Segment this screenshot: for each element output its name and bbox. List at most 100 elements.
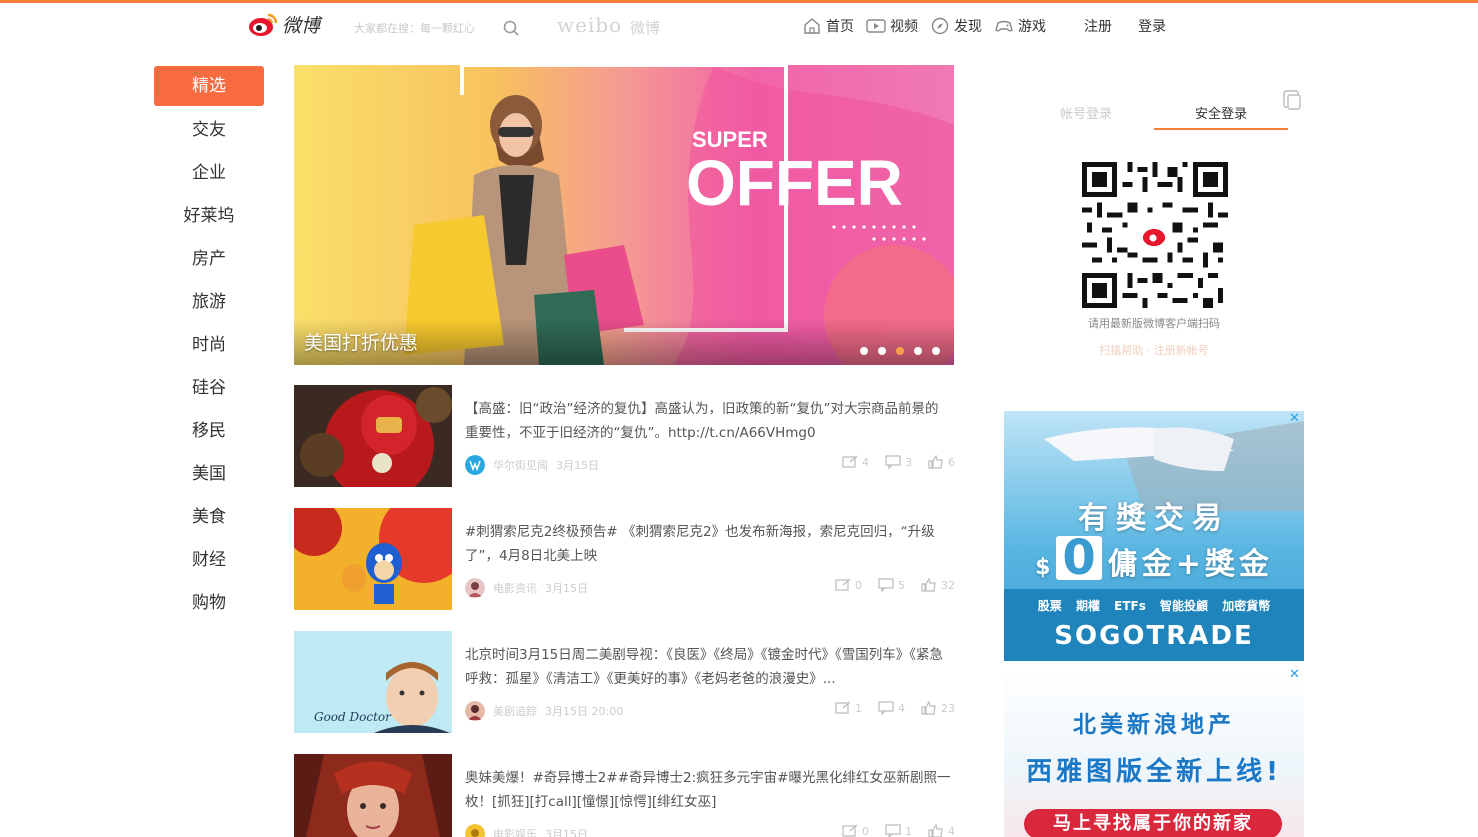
author-name[interactable]: 美剧追踪 [493,703,537,719]
feed-thumbnail[interactable] [294,754,452,837]
nav-home[interactable]: 首页 [802,16,854,36]
qr-help-links[interactable]: 扫描帮助 · 注册新帐号 [1004,342,1304,358]
post-time: 3月15日 [556,459,599,472]
repost-icon [842,455,858,468]
carousel-dot-3[interactable] [896,347,904,355]
banner-offer-text: OFFER [686,147,903,219]
repost-button[interactable]: 1 [835,701,862,715]
carousel-dot-5[interactable] [932,347,940,355]
feed-text[interactable]: 奥妹美爆！#奇异博士2##奇异博士2:疯狂多元宇宙#曝光黑化绯红女巫新剧照一枚！… [465,766,951,814]
nav-video[interactable]: 视频 [866,16,918,36]
post-time: 3月15日 20:00 [545,705,624,718]
comment-button[interactable]: 1 [885,824,912,837]
ad1-dollar: $ [1035,555,1051,580]
carousel-dot-4[interactable] [914,347,922,355]
sidebar-item-dating[interactable]: 交友 [154,109,264,152]
search-input[interactable] [354,17,494,39]
sidebar-item-immigration[interactable]: 移民 [154,410,264,453]
sidebar-item-siliconvalley[interactable]: 硅谷 [154,367,264,410]
carousel-dot-1[interactable] [860,347,868,355]
search-icon[interactable] [502,19,520,37]
banner-carousel[interactable]: SUPER OFFER 美国打折优惠 [294,65,954,365]
feed-item: Good Doctor 北京时间3月15日周二美剧导视：《良医》《终局》《镀金时… [294,631,956,754]
register-link[interactable]: 注册 [1084,16,1112,36]
sidebar-item-usa[interactable]: 美国 [154,453,264,496]
weibo-logo-icon [249,13,278,36]
weibo-cn-wordmark: 微博 [630,19,661,37]
avatar[interactable] [465,701,485,721]
sidebar-item-food[interactable]: 美食 [154,496,264,539]
like-button[interactable]: 6 [928,455,955,469]
ad2-title: 北美新浪地产 [1073,712,1235,738]
feed-item: 奥妹美爆！#奇异博士2##奇异博士2:疯狂多元宇宙#曝光黑化绯红女巫新剧照一枚！… [294,754,956,837]
repost-button[interactable]: 0 [842,824,869,837]
like-icon [928,824,943,837]
feed-actions: 0 1 4 [826,824,955,837]
sidebar-item-shopping[interactable]: 购物 [154,582,264,625]
comment-icon [878,578,894,592]
author-name[interactable]: 电影资讯 [493,580,537,596]
ironman-thumbnail-image [294,385,452,487]
feed-thumbnail[interactable]: Good Doctor [294,631,452,733]
ad1-close-icon[interactable]: ✕ [1289,411,1300,426]
top-nav: 首页 视频 发现 游戏 注册 登录 [802,16,1166,36]
like-button[interactable]: 23 [921,701,955,715]
ad2-cta-button[interactable]: 马上寻找属于你的新家 [1024,809,1282,837]
tab-secure-login[interactable]: 安全登录 [1154,103,1288,130]
comment-button[interactable]: 3 [885,455,912,469]
author-name[interactable]: 华尔街见闻 [493,457,548,473]
ad2-subtitle: 西雅图版全新上线! [1026,757,1282,787]
nav-game-label: 游戏 [1018,19,1046,35]
post-time: 3月15日 [545,828,588,837]
nav-video-label: 视频 [890,19,918,35]
avatar[interactable] [465,455,485,475]
sidebar-item-hollywood[interactable]: 好莱坞 [154,195,264,238]
nav-game[interactable]: 游戏 [994,16,1046,36]
feed-text[interactable]: 【高盛：旧“政治”经济的复仇】高盛认为，旧政策的新“复仇”对大宗商品前景的重要性… [465,397,951,445]
ad-sina-realestate[interactable]: 北美新浪地产 西雅图版全新上线! 马上寻找属于你的新家 [1004,667,1304,837]
sidebar-item-travel[interactable]: 旅游 [154,281,264,324]
feed-text[interactable]: #刺猬索尼克2终极预告# 《刺猬索尼克2》也发布新海报，索尼克回归，“升级了”，… [465,520,951,568]
banner-caption[interactable]: 美国打折优惠 [304,328,418,355]
switch-login-mode-icon[interactable] [1282,89,1302,111]
avatar[interactable] [465,578,485,598]
like-button[interactable]: 32 [921,578,955,592]
tab-account-login[interactable]: 帐号登录 [1060,103,1112,122]
feed-thumbnail[interactable] [294,508,452,610]
author-name[interactable]: 电影娱乐 [493,826,537,837]
like-button[interactable]: 4 [928,824,955,837]
like-count: 32 [941,578,955,592]
like-count: 23 [941,701,955,715]
comment-button[interactable]: 4 [878,701,905,715]
carousel-dot-2[interactable] [878,347,886,355]
login-qr-code[interactable] [1082,162,1228,308]
avatar[interactable] [465,824,485,837]
logo-text: 微博 [282,15,321,37]
repost-icon [835,578,851,591]
game-icon [995,20,1013,32]
ad2-close-icon[interactable]: ✕ [1289,667,1300,682]
login-link[interactable]: 登录 [1138,16,1166,36]
nav-discover[interactable]: 发现 [930,16,982,36]
sidebar-item-realestate[interactable]: 房产 [154,238,264,281]
like-count: 4 [948,824,955,837]
like-icon [921,701,936,715]
comment-icon [885,455,901,469]
repost-count: 0 [862,824,869,837]
carousel-dots [850,347,940,355]
sidebar-item-business[interactable]: 企业 [154,152,264,195]
feed-thumbnail[interactable] [294,385,452,487]
feed-text[interactable]: 北京时间3月15日周二美剧导视：《良医》《终局》《镀金时代》《雪国列车》《紧急呼… [465,643,951,691]
comment-count: 4 [898,701,905,715]
sidebar-item-featured[interactable]: 精选 [154,66,264,106]
sidebar-item-finance[interactable]: 财经 [154,539,264,582]
repost-button[interactable]: 0 [835,578,862,592]
sonic-thumbnail-image [294,508,452,610]
repost-button[interactable]: 4 [842,455,869,469]
ad-sogotrade[interactable]: 有獎交易 $ 0 傭金+獎金 股票 期權 ETFs 智能投顧 加密貨幣 SOGO… [1004,411,1304,661]
comment-button[interactable]: 5 [878,578,905,592]
weibo-logo[interactable]: 微博 [248,11,320,38]
sidebar-item-fashion[interactable]: 时尚 [154,324,264,367]
comment-count: 1 [905,824,912,837]
feed-item: 【高盛：旧“政治”经济的复仇】高盛认为，旧政策的新“复仇”对大宗商品前景的重要性… [294,385,956,508]
